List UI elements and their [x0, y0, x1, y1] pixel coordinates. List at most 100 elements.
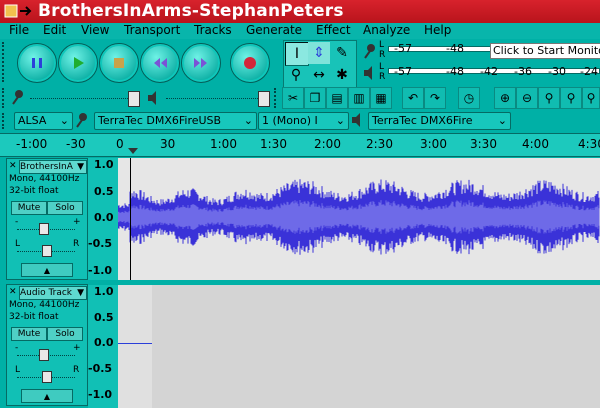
draw-tool[interactable]: ✎ — [331, 42, 353, 64]
playhead-marker[interactable] — [128, 148, 138, 154]
multi-tool[interactable]: ✱ — [331, 64, 353, 86]
copy-icon: ❐ — [309, 91, 321, 105]
arrow-icon — [19, 3, 33, 19]
zoom-toggle-icon: ⚲ — [586, 91, 596, 105]
collapse-track-button[interactable]: ▲ — [21, 263, 73, 277]
recording-device-select[interactable]: TerraTec DMX6FireUSB ⌄ — [94, 112, 257, 130]
timeshift-tool[interactable]: ↔ — [308, 64, 330, 86]
record-tick: -57 — [394, 42, 412, 55]
sync-lock-button[interactable]: ◷ — [458, 87, 480, 109]
menu-view[interactable]: View — [81, 23, 109, 37]
copy-button[interactable]: ❐ — [304, 87, 326, 109]
chevron-down-icon: ⌄ — [59, 114, 69, 127]
zoom-out-button[interactable]: ⊖ — [516, 87, 538, 109]
menu-transport[interactable]: Transport — [124, 23, 180, 37]
mute-button[interactable]: Mute — [11, 201, 47, 215]
play-tick: -30 — [548, 65, 566, 78]
mixer-edit-row: ✂ ❐ ▤ ▥ ▦ ↶ ↷ ◷ ⊕ ⊖ ⚲ ⚲ ⚲ — [0, 86, 600, 110]
toolbar-grip[interactable] — [2, 113, 8, 129]
waveform-area[interactable] — [118, 285, 600, 408]
solo-button[interactable]: Solo — [47, 327, 83, 341]
cut-button[interactable]: ✂ — [282, 87, 304, 109]
waveform-area[interactable] — [117, 158, 600, 280]
menu-edit[interactable]: Edit — [43, 23, 66, 37]
solo-button[interactable]: Solo — [47, 201, 83, 215]
close-track-icon[interactable]: ✕ — [9, 287, 17, 297]
skip-to-start-button[interactable] — [140, 43, 180, 83]
menu-generate[interactable]: Generate — [246, 23, 302, 37]
zoom-in-button[interactable]: ⊕ — [494, 87, 516, 109]
toolbar-grip[interactable] — [274, 88, 280, 108]
window-menu-icon[interactable] — [4, 3, 18, 19]
pan-slider-thumb[interactable] — [42, 245, 52, 257]
collapse-track-button[interactable]: ▲ — [21, 389, 73, 403]
track-bit-depth: 32-bit float — [9, 186, 59, 196]
menu-help[interactable]: Help — [424, 23, 451, 37]
start-monitoring-button[interactable]: Click to Start Monitoring — [490, 43, 600, 59]
play-button[interactable] — [58, 43, 98, 83]
audio-host-select[interactable]: ALSA ⌄ — [14, 112, 73, 130]
record-meter-mic-icon[interactable] — [362, 42, 378, 60]
collapse-triangle-icon: ▲ — [43, 265, 51, 275]
zoom-toggle-button[interactable]: ⚲ — [582, 87, 600, 109]
recording-channels-value: 1 (Mono) I — [262, 114, 318, 127]
fit-selection-button[interactable]: ⚲ — [538, 87, 560, 109]
play-meter-speaker-icon[interactable] — [362, 64, 378, 82]
waveform — [117, 179, 600, 255]
double-arrow-icon: ↔ — [313, 67, 325, 83]
menu-tracks[interactable]: Tracks — [194, 23, 232, 37]
skip-to-end-button[interactable] — [181, 43, 221, 83]
gain-slider-thumb[interactable] — [39, 223, 49, 235]
mute-button[interactable]: Mute — [11, 327, 47, 341]
track-name-menu[interactable]: Audio Track ▼ — [19, 286, 87, 300]
pan-slider-thumb[interactable] — [42, 371, 52, 383]
scale-label: -0.5 — [88, 237, 113, 250]
vertical-scale[interactable]: 1.0 0.5 0.0 -0.5 -1.0 — [88, 285, 118, 408]
gain-plus-label: + — [73, 343, 81, 353]
recording-channels-select[interactable]: 1 (Mono) I ⌄ — [258, 112, 349, 130]
pause-icon — [18, 44, 56, 82]
undo-button[interactable]: ↶ — [402, 87, 424, 109]
ruler-label: 1:30 — [260, 137, 287, 151]
redo-button[interactable]: ↷ — [424, 87, 446, 109]
input-volume-thumb[interactable] — [128, 91, 140, 107]
silence-button[interactable]: ▦ — [370, 87, 392, 109]
record-icon — [231, 44, 269, 82]
timeline-ruler[interactable]: -1:00 -30 0 30 1:00 1:30 2:00 2:30 3:00 … — [0, 133, 600, 157]
playback-device-select[interactable]: TerraTec DMX6Fire ⌄ — [368, 112, 511, 130]
close-track-icon[interactable]: ✕ — [9, 161, 17, 171]
chevron-down-icon: ⌄ — [335, 114, 345, 127]
ruler-label: 30 — [160, 137, 176, 151]
ruler-label: 1:00 — [210, 137, 237, 151]
toolbar-grip[interactable] — [2, 42, 8, 82]
play-icon — [59, 44, 97, 82]
scale-label: 0.5 — [94, 185, 114, 198]
trim-button[interactable]: ▥ — [348, 87, 370, 109]
menu-analyze[interactable]: Analyze — [363, 23, 410, 37]
ruler-label: 3:30 — [470, 137, 497, 151]
stop-button[interactable] — [99, 43, 139, 83]
input-volume-slider[interactable] — [30, 98, 140, 101]
redo-icon: ↷ — [429, 91, 441, 105]
pause-button[interactable] — [17, 43, 57, 83]
ruler-label: 4:30 — [578, 137, 600, 151]
selection-tool[interactable]: I — [285, 42, 309, 66]
zoom-tool[interactable]: ⚲ — [285, 64, 307, 86]
fit-project-button[interactable]: ⚲ — [560, 87, 582, 109]
output-volume-thumb[interactable] — [258, 91, 270, 107]
envelope-tool[interactable]: ⇕ — [308, 42, 330, 64]
paste-icon: ▤ — [331, 91, 343, 105]
paste-button[interactable]: ▤ — [326, 87, 348, 109]
zoom-out-icon: ⊖ — [521, 91, 533, 105]
vertical-scale[interactable]: 1.0 0.5 0.0 -0.5 -1.0 — [88, 158, 118, 280]
meter-channel-L: L — [379, 62, 385, 72]
toolbar-grip[interactable] — [2, 88, 8, 108]
undo-icon: ↶ — [407, 91, 419, 105]
menu-file[interactable]: File — [9, 23, 29, 37]
output-volume-slider[interactable] — [166, 98, 266, 101]
title-bar: BrothersInArms-StephanPeters — [0, 0, 600, 23]
record-button[interactable] — [230, 43, 270, 83]
menu-effect[interactable]: Effect — [316, 23, 351, 37]
gain-slider-thumb[interactable] — [39, 349, 49, 361]
track-name-menu[interactable]: BrothersInA ▼ — [19, 160, 87, 174]
